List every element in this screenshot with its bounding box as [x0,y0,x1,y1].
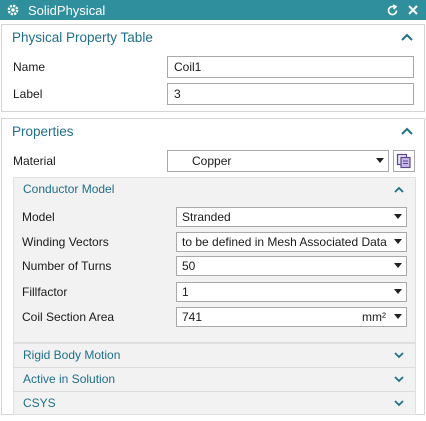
chevron-down-icon[interactable] [392,348,406,362]
subsection-title: Active in Solution [23,372,116,386]
fillfactor-value: 1 [182,285,189,299]
name-label: Name [13,60,46,74]
fillfactor-input[interactable]: 1 [176,282,407,302]
label-input[interactable]: 3 [167,83,414,105]
close-icon[interactable] [405,2,421,18]
coil-section-area-row: Coil Section Area 741 mm² [14,305,415,329]
model-row: Model Stranded [14,205,415,229]
area-unit-select[interactable]: mm² [362,310,386,324]
collapsed-sections-panel: Rigid Body Motion Active in Solution CSY… [13,343,416,415]
reset-icon[interactable] [384,2,400,18]
conductor-model-panel: Conductor Model Model Stranded Winding V… [13,177,416,343]
section-title: Physical Property Table [12,29,153,45]
winding-vectors-row: Winding Vectors to be defined in Mesh As… [14,230,415,254]
number-of-turns-value: 50 [182,259,196,273]
material-value: Copper [192,154,232,168]
active-in-solution-header[interactable]: Active in Solution [14,368,415,390]
fillfactor-label: Fillfactor [22,285,68,299]
properties-group: Properties Material Copper Conductor Mod… [1,118,425,415]
model-select[interactable]: Stranded [176,207,407,227]
section-title: Properties [12,123,74,139]
coil-section-area-label: Coil Section Area [22,310,115,324]
fillfactor-row: Fillfactor 1 [14,280,415,304]
number-of-turns-input[interactable]: 50 [176,256,407,276]
model-label: Model [22,210,55,224]
chevron-down-icon[interactable] [392,372,406,386]
winding-vectors-label: Winding Vectors [22,235,109,249]
name-row: Name Coil1 [2,55,424,79]
material-label: Material [13,154,56,168]
subsection-title: Conductor Model [23,182,115,196]
subsection-title: CSYS [23,396,56,410]
dropdown-arrow-icon [376,158,384,163]
label-row: Label 3 [2,82,424,106]
chevron-down-icon[interactable] [392,396,406,410]
label-label: Label [13,87,43,101]
winding-vectors-value: to be defined in Mesh Associated Data [182,235,387,249]
chevron-up-icon[interactable] [392,182,406,196]
dropdown-arrow-icon [394,314,402,319]
name-input[interactable]: Coil1 [167,56,414,78]
title-bar: SolidPhysical [0,0,426,20]
number-of-turns-row: Number of Turns 50 [14,254,415,278]
dropdown-arrow-icon [394,239,402,244]
conductor-model-header[interactable]: Conductor Model [14,178,415,200]
chevron-up-icon[interactable] [400,124,414,138]
window-title: SolidPhysical [28,2,106,18]
chevron-up-icon[interactable] [400,30,414,44]
csys-header[interactable]: CSYS [14,392,415,414]
material-library-button[interactable] [393,150,415,172]
material-select[interactable]: Copper [167,150,389,172]
dropdown-arrow-icon [394,289,402,294]
dropdown-arrow-icon [394,214,402,219]
coil-section-area-input[interactable]: 741 mm² [176,307,407,327]
dropdown-arrow-icon [394,263,402,268]
number-of-turns-label: Number of Turns [22,259,112,273]
winding-vectors-select[interactable]: to be defined in Mesh Associated Data [176,232,407,252]
material-row: Material Copper [2,149,424,173]
physical-property-table-group: Physical Property Table Name Coil1 Label… [1,24,425,112]
material-library-icon [396,153,411,169]
coil-section-area-value: 741 [182,310,203,324]
physical-property-table-header[interactable]: Physical Property Table [2,25,424,49]
gear-icon[interactable] [5,2,21,18]
model-value: Stranded [182,210,231,224]
properties-header[interactable]: Properties [2,119,424,143]
subsection-title: Rigid Body Motion [23,348,121,362]
rigid-body-motion-header[interactable]: Rigid Body Motion [14,344,415,366]
